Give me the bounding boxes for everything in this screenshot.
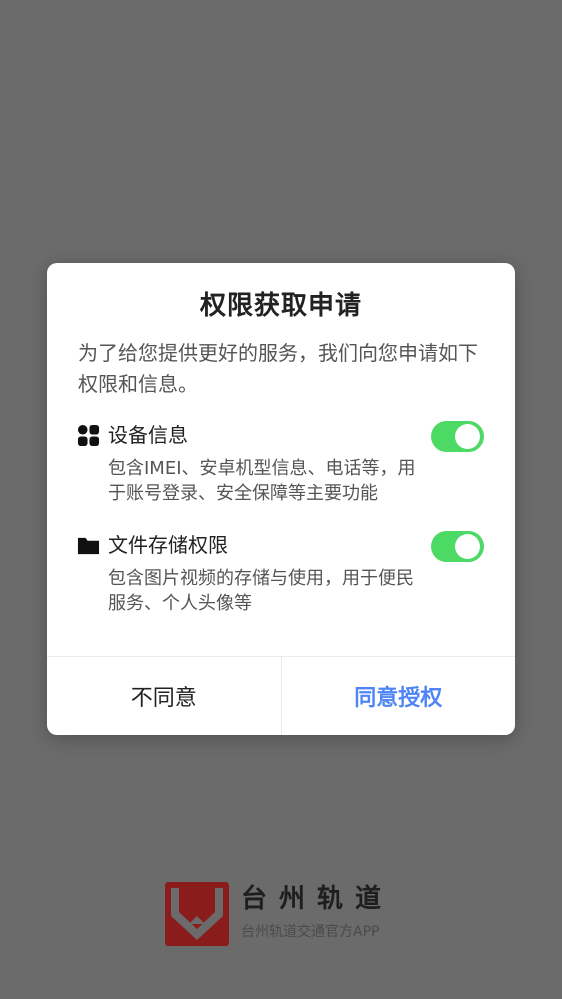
apps-grid-icon [77, 424, 100, 447]
permission-item-file-storage: 文件存储权限 包含图片视频的存储与使用，用于便民服务、个人头像等 [47, 530, 515, 616]
permission-description: 包含图片视频的存储与使用，用于便民服务、个人头像等 [108, 568, 414, 614]
toggle-knob [455, 424, 480, 449]
permission-description: 包含IMEI、安卓机型信息、电话等，用于账号登录、安全保障等主要功能 [108, 458, 416, 504]
toggle-knob [455, 534, 480, 559]
dialog-button-row: 不同意 同意授权 [47, 656, 515, 735]
permission-title: 文件存储权限 [108, 533, 228, 557]
brand-name: 台州轨道 [241, 884, 394, 914]
device-info-toggle[interactable] [431, 421, 484, 452]
permission-dialog: 权限获取申请 为了给您提供更好的服务，我们向您申请如下权限和信息。 设备信息 包… [47, 263, 515, 735]
brand-subtitle: 台州轨道交通官方APP [241, 924, 380, 940]
taizhou-rail-logo-icon [165, 882, 229, 946]
dialog-intro: 为了给您提供更好的服务，我们向您申请如下权限和信息。 [78, 341, 478, 396]
disagree-button[interactable]: 不同意 [47, 657, 282, 735]
agree-button[interactable]: 同意授权 [282, 657, 516, 735]
permission-title: 设备信息 [108, 423, 188, 447]
file-storage-toggle[interactable] [431, 531, 484, 562]
dialog-title: 权限获取申请 [199, 291, 362, 321]
permission-item-device-info: 设备信息 包含IMEI、安卓机型信息、电话等，用于账号登录、安全保障等主要功能 [47, 420, 515, 506]
folder-icon [77, 537, 100, 555]
